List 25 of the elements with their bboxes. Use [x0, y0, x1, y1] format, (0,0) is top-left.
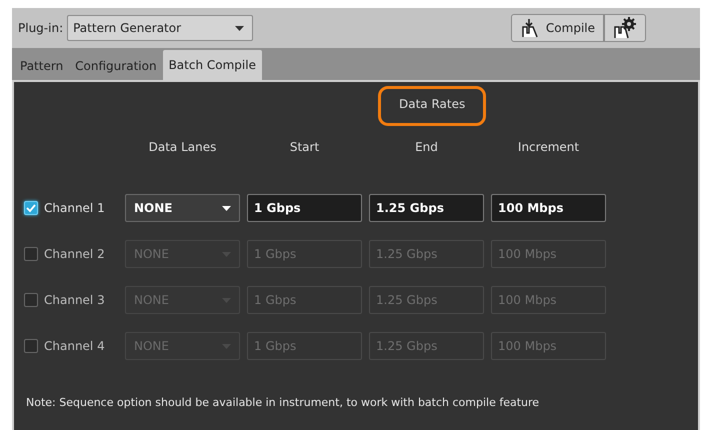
channel-checkbox[interactable]: Channel 4	[24, 339, 118, 353]
column-header: Increment	[518, 140, 580, 154]
tab[interactable]: Pattern	[14, 52, 70, 80]
compile-settings-button[interactable]	[604, 14, 646, 42]
channel-checkbox[interactable]: Channel 3	[24, 293, 118, 307]
channel-checkbox[interactable]: Channel 1	[24, 201, 118, 215]
compile-button[interactable]: Compile	[510, 14, 604, 42]
channel-checkbox[interactable]: Channel 2	[24, 247, 118, 261]
tab[interactable]: Batch Compile	[162, 50, 262, 80]
plugin-label: Plug-in:	[18, 21, 64, 35]
data-lanes-dropdown[interactable]: NONE	[125, 194, 240, 222]
column-header: Start	[290, 140, 320, 154]
group-header: Data Rates	[378, 86, 486, 126]
start-field[interactable]: 1 Gbps	[247, 194, 362, 222]
column-header: Data Lanes	[148, 140, 216, 154]
caret-icon	[235, 26, 244, 30]
column-header: End	[415, 140, 438, 154]
tab[interactable]: Configuration	[69, 52, 163, 80]
end-field[interactable]: 1.25 Gbps	[369, 194, 484, 222]
plugin-dropdown[interactable]: Pattern Generator	[67, 15, 254, 41]
settings-icon	[613, 17, 637, 39]
note-text: Note: Sequence option should be available in instrument, to work with batch compile feature	[26, 396, 540, 409]
compile-icon	[520, 18, 540, 38]
caret-icon	[222, 206, 231, 210]
increment-field[interactable]: 100 Mbps	[491, 194, 606, 222]
